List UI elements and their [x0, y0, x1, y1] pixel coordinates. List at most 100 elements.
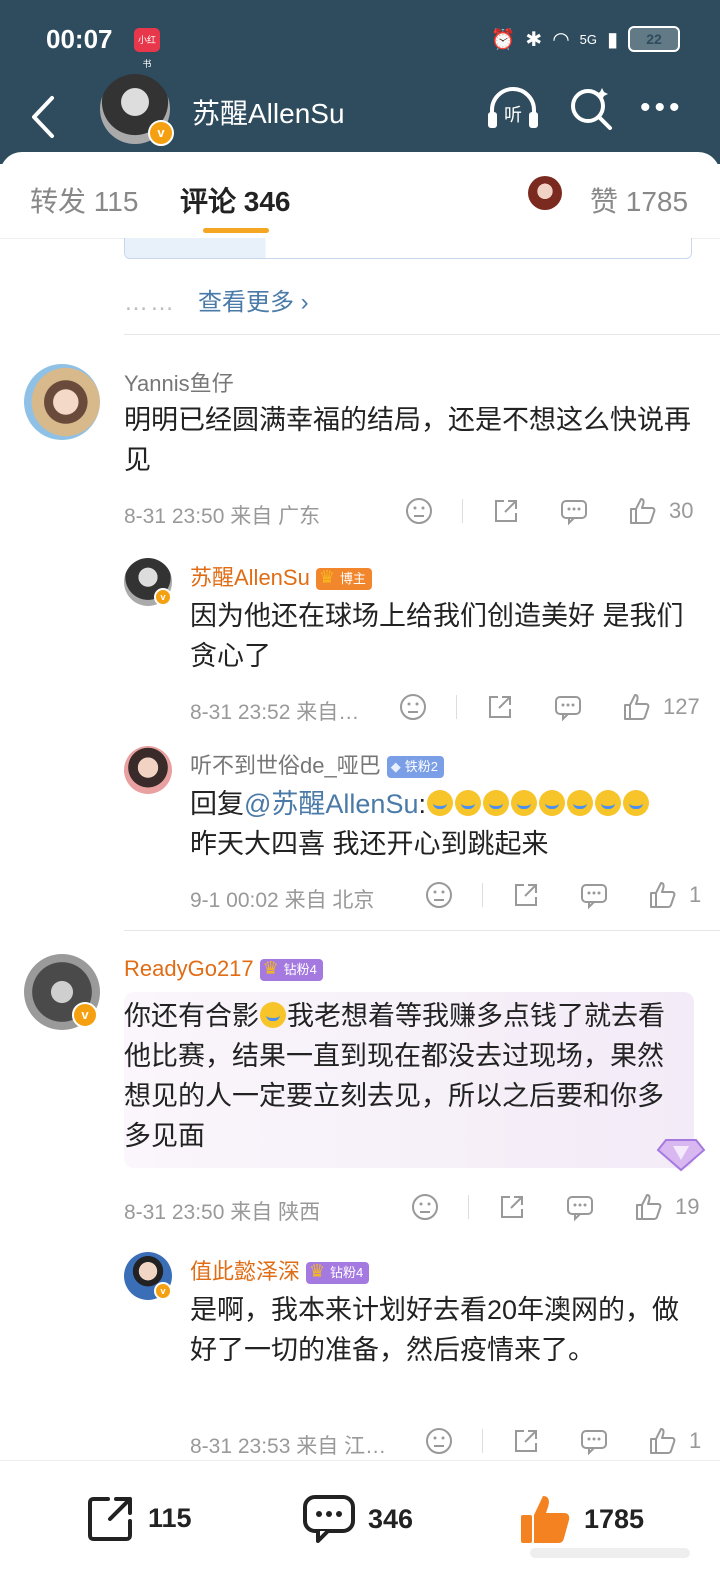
bluetooth-icon: ✱ — [525, 28, 543, 51]
search-icon[interactable] — [568, 86, 614, 132]
crying-emoji-icon — [426, 789, 650, 819]
share-icon[interactable] — [497, 1192, 527, 1222]
crying-emoji-icon — [260, 1002, 286, 1028]
verified-badge-icon: v — [154, 588, 172, 606]
like-icon[interactable] — [633, 1192, 663, 1222]
tab-bar: 转发 115 评论 346 赞 1785 — [0, 152, 720, 239]
quoted-content-box — [124, 238, 692, 259]
wifi-icon: ◠ — [552, 28, 570, 51]
comment-icon — [303, 1495, 355, 1543]
comment-icon[interactable] — [579, 880, 609, 910]
like-count: 127 — [663, 694, 700, 719]
avatar[interactable] — [24, 364, 100, 440]
reply-text: 回复@苏醒AllenSu: 昨天大四喜 我还开心到跳起来 — [190, 784, 700, 864]
like-icon[interactable] — [647, 1426, 677, 1456]
dislike-icon[interactable] — [398, 692, 428, 722]
comment-text: 你还有合影 我老想着等我赚多点钱了就去看他比赛，结果一直到现在都没去过现场，果然想… — [124, 996, 684, 1156]
share-icon[interactable] — [511, 1426, 541, 1456]
comment-icon[interactable] — [559, 496, 589, 526]
dislike-icon[interactable] — [424, 880, 454, 910]
like-icon[interactable] — [647, 880, 677, 910]
reply-actions: 1 — [424, 1426, 701, 1456]
divider — [124, 334, 720, 335]
mention-link[interactable]: @苏醒AllenSu — [244, 789, 418, 819]
status-bar: 00:07 小红书 ⏰ ✱ ◠ 5G ▮ 22 — [0, 0, 720, 80]
status-icons: ⏰ ✱ ◠ 5G ▮ 22 — [491, 26, 680, 52]
view-more-label[interactable]: 查看更多 › — [198, 289, 309, 316]
page-title: 苏醒AllenSu — [192, 98, 345, 129]
reply-author[interactable]: 听不到世俗de_哑巴 — [190, 753, 381, 778]
dislike-icon[interactable] — [410, 1192, 440, 1222]
more-icon[interactable]: ••• — [640, 93, 684, 123]
action-separator — [468, 1195, 469, 1219]
commenter-name: ReadyGo217钻粉4 — [124, 956, 323, 982]
tab-repost[interactable]: 转发 115 — [30, 180, 138, 220]
listen-icon[interactable]: 听 — [486, 86, 540, 130]
commenter-name: 值此懿泽深钻粉4 — [190, 1254, 370, 1286]
battery-icon: 22 — [628, 26, 680, 52]
comment-sheet: 转发 115 评论 346 赞 1785 …… 查看更多 › Yannis鱼仔 明… — [0, 152, 720, 1570]
tab-comments[interactable]: 评论 346 — [180, 180, 291, 220]
blogger-badge: 博主 — [315, 566, 372, 591]
commenter-name-text[interactable]: ReadyGo217 — [124, 956, 254, 981]
fan-badge: 钻粉4 — [259, 957, 323, 982]
verified-badge-icon: v — [148, 120, 174, 146]
reply-meta: 8-31 23:53 来自 江… — [190, 1435, 387, 1458]
reply-prefix: 回复 — [190, 789, 244, 819]
like-button[interactable]: 1785 — [518, 1493, 644, 1545]
diamond-decoration-icon — [656, 1139, 706, 1172]
reply-meta: 9-1 00:02 来自 北京 — [190, 889, 375, 912]
comment-actions: 30 — [404, 496, 693, 526]
comment-text: 明明已经圆满幸福的结局，还是不想这么快说再见 — [124, 405, 691, 475]
action-separator — [482, 883, 483, 907]
alarm-icon: ⏰ — [490, 28, 516, 51]
divider — [124, 930, 720, 931]
reply-text: 是啊，我本来计划好去看20年澳网的，做好了一切的准备，然后疫情来了。 — [190, 1295, 680, 1365]
dislike-icon[interactable] — [404, 496, 434, 526]
fan-badge: 铁粉2 — [386, 756, 444, 779]
app-notification-badge: 小红书 — [134, 28, 160, 69]
signal-icon: ▮ — [606, 28, 618, 51]
repost-count: 115 — [148, 1502, 192, 1533]
like-icon[interactable] — [627, 496, 657, 526]
liked-icon — [521, 1496, 570, 1543]
avatar[interactable] — [124, 746, 172, 794]
reply-text: 因为他还在球场上给我们创造美好 是我们贪心了 — [190, 601, 684, 671]
back-icon[interactable] — [24, 92, 64, 142]
comment-icon[interactable] — [579, 1426, 609, 1456]
like-count: 1 — [689, 882, 702, 907]
share-icon[interactable] — [511, 880, 541, 910]
repost-button[interactable]: 115 — [86, 1493, 192, 1543]
share-icon[interactable] — [485, 692, 515, 722]
tab-likes[interactable]: 赞 1785 — [590, 180, 688, 220]
comment-meta: 8-31 23:50 来自 广东 — [124, 505, 321, 528]
network-label: 5G — [579, 31, 597, 47]
svg-text:听: 听 — [504, 105, 522, 126]
comment-icon[interactable] — [565, 1192, 595, 1222]
more-dots: …… — [124, 289, 176, 316]
dislike-icon[interactable] — [424, 1426, 454, 1456]
comment-icon[interactable] — [553, 692, 583, 722]
like-icon[interactable] — [621, 692, 651, 722]
comment-meta: 8-31 23:50 来自 陕西 — [124, 1201, 321, 1224]
status-time: 00:07 — [46, 24, 113, 54]
commenter-name: 苏醒AllenSu博主 — [190, 560, 372, 592]
comment-text-part1: 你还有合影 — [124, 1001, 259, 1031]
home-indicator — [530, 1548, 690, 1558]
reply-actions: 1 — [424, 880, 701, 910]
reply-meta: 8-31 23:52 来自… — [190, 701, 360, 724]
reply-author[interactable]: 苏醒AllenSu — [190, 565, 310, 590]
like-count: 1 — [689, 1428, 702, 1453]
reply-author[interactable]: 值此懿泽深 — [190, 1259, 300, 1284]
verified-badge-icon: v — [72, 1002, 98, 1028]
commenter-name: 听不到世俗de_哑巴铁粉2 — [190, 748, 444, 780]
reply-text-line2: 昨天大四喜 我还开心到跳起来 — [190, 829, 549, 859]
active-tab-indicator — [203, 228, 269, 233]
comment-actions: 19 — [410, 1192, 699, 1222]
view-more-link[interactable]: …… 查看更多 › — [124, 282, 309, 317]
share-icon[interactable] — [491, 496, 521, 526]
like-count: 30 — [669, 498, 694, 523]
comment-button[interactable]: 346 — [302, 1493, 413, 1545]
commenter-name[interactable]: Yannis鱼仔 — [124, 366, 234, 398]
fan-badge: 钻粉4 — [306, 1260, 370, 1285]
